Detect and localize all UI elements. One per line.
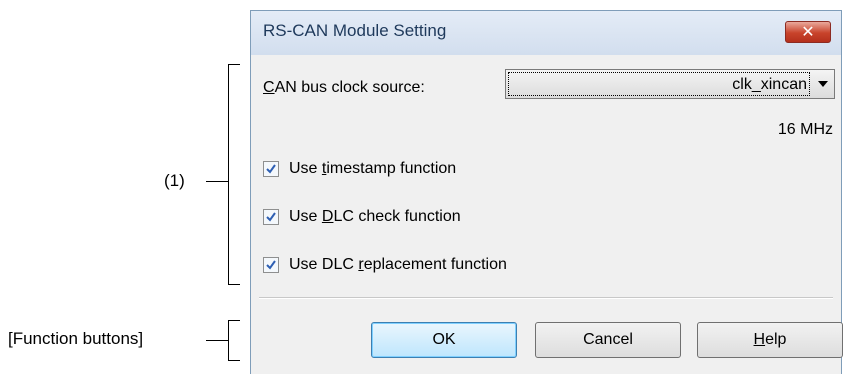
close-x-icon: ✕ <box>801 24 815 41</box>
dlc-replacement-checkbox-row[interactable]: Use DLC replacement function <box>263 255 507 275</box>
cancel-button[interactable]: Cancel <box>535 322 681 358</box>
help-button[interactable]: Help <box>697 322 843 358</box>
ok-button[interactable]: OK <box>371 322 517 358</box>
clock-source-label: CAN bus clock source: <box>263 79 425 96</box>
button-separator <box>259 297 833 299</box>
callout-function-buttons-bracket-top <box>228 320 240 321</box>
timestamp-checkbox[interactable] <box>263 161 279 177</box>
manual-figure: (1) [Function buttons] RS-CAN Module Set… <box>0 0 850 374</box>
timestamp-checkbox-label: Use timestamp function <box>289 160 457 177</box>
callout-function-buttons-label: [Function buttons] <box>8 329 144 348</box>
clock-source-selected-value: clk_xincan <box>508 72 810 96</box>
dlc-replacement-checkbox-label: Use DLC replacement function <box>289 256 507 273</box>
timestamp-checkbox-row[interactable]: Use timestamp function <box>263 159 456 179</box>
clock-source-dropdown[interactable]: clk_xincan <box>505 69 835 99</box>
dlc-check-checkbox-label: Use DLC check function <box>289 208 461 225</box>
callout-function-buttons-bracket-bottom <box>228 360 240 361</box>
callout-function-buttons-leader <box>206 340 228 341</box>
callout-section-1-bracket-bottom <box>228 284 240 285</box>
dialog-title: RS-CAN Module Setting <box>263 21 447 40</box>
dlc-replacement-checkbox[interactable] <box>263 257 279 273</box>
checkmark-icon <box>266 212 276 222</box>
callout-section-1-label: (1) <box>164 171 185 190</box>
callout-section-1-bracket-top <box>228 64 240 65</box>
callout-function-buttons-bracket <box>228 320 229 361</box>
dlc-check-checkbox-row[interactable]: Use DLC check function <box>263 207 461 227</box>
close-button[interactable]: ✕ <box>785 21 831 43</box>
dlc-check-checkbox[interactable] <box>263 209 279 225</box>
callout-section-1-bracket <box>228 64 229 285</box>
clock-frequency-readout: 16 MHz <box>777 121 833 138</box>
dialog-titlebar[interactable]: RS-CAN Module Setting ✕ <box>251 11 841 55</box>
checkmark-icon <box>266 260 276 270</box>
checkmark-icon <box>266 164 276 174</box>
callout-section-1-leader <box>206 181 228 182</box>
rs-can-module-setting-dialog: RS-CAN Module Setting ✕ CAN bus clock so… <box>250 10 843 374</box>
dialog-client-area: CAN bus clock source: clk_xincan 16 MHz … <box>251 55 843 374</box>
chevron-down-icon[interactable] <box>818 81 828 87</box>
